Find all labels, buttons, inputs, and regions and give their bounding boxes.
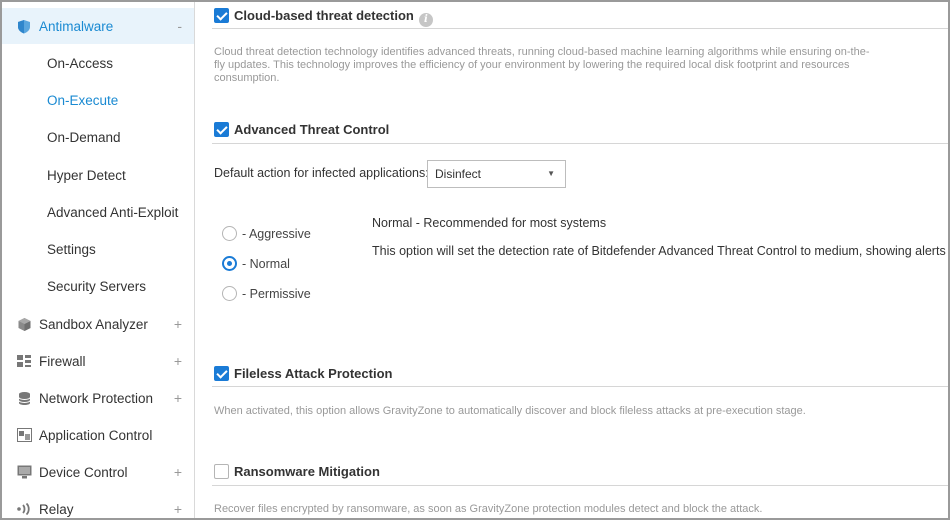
radio-permissive[interactable] bbox=[222, 286, 237, 301]
sidebar-item-label: Hyper Detect bbox=[47, 167, 126, 183]
sidebar-item-label: Security Servers bbox=[47, 278, 147, 294]
fileless-checkbox[interactable] bbox=[214, 366, 229, 381]
radio-normal[interactable] bbox=[222, 256, 237, 271]
sidebar-item-on-execute[interactable]: On-Execute bbox=[2, 82, 194, 118]
sidebar-item-label: Antimalware bbox=[39, 18, 114, 34]
sidebar-item-label: On-Access bbox=[47, 55, 114, 71]
level-description: This option will set the detection rate … bbox=[372, 244, 950, 258]
expand-icon[interactable]: + bbox=[174, 353, 182, 369]
sidebar-item-network-protection[interactable]: Network Protection + bbox=[2, 380, 194, 416]
sidebar-item-relay[interactable]: Relay + bbox=[2, 491, 194, 518]
sidebar-item-advanced-anti-exploit[interactable]: Advanced Anti-Exploit bbox=[2, 194, 194, 230]
cloud-detection-checkbox[interactable] bbox=[214, 8, 229, 23]
dropdown-caret-icon: ▼ bbox=[547, 169, 555, 178]
main-content: Cloud-based threat detection i Cloud thre… bbox=[196, 2, 950, 518]
expand-icon[interactable]: + bbox=[174, 501, 182, 517]
sidebar-item-label: Settings bbox=[47, 241, 96, 257]
cloud-detection-title-text: Cloud-based threat detection bbox=[234, 8, 414, 23]
sidebar-item-hyper-detect[interactable]: Hyper Detect bbox=[2, 157, 194, 193]
radio-permissive-label: - Permissive bbox=[242, 287, 311, 301]
sidebar-item-label: Advanced Anti-Exploit bbox=[47, 204, 179, 220]
cube-icon bbox=[16, 316, 32, 332]
fileless-description: When activated, this option allows Gravi… bbox=[214, 405, 806, 417]
sidebar: Antimalware - On-Access On-Execute On-De… bbox=[2, 2, 195, 518]
default-action-label: Default action for infected applications… bbox=[214, 166, 429, 180]
sidebar-item-label: Firewall bbox=[39, 353, 86, 369]
sidebar-item-sandbox-analyzer[interactable]: Sandbox Analyzer + bbox=[2, 306, 194, 342]
relay-icon bbox=[16, 501, 32, 517]
shield-icon bbox=[16, 18, 32, 34]
ransomware-title: Ransomware Mitigation bbox=[234, 464, 380, 479]
sidebar-item-label: Network Protection bbox=[39, 390, 154, 406]
firewall-icon bbox=[16, 353, 32, 369]
sidebar-item-on-demand[interactable]: On-Demand bbox=[2, 119, 194, 155]
sidebar-item-label: On-Demand bbox=[47, 129, 121, 145]
level-title: Normal - Recommended for most systems bbox=[372, 216, 607, 230]
sidebar-item-label: Relay bbox=[39, 501, 74, 517]
cloud-detection-title: Cloud-based threat detection i bbox=[234, 8, 433, 27]
sidebar-item-label: Sandbox Analyzer bbox=[39, 316, 148, 332]
sidebar-item-antimalware[interactable]: Antimalware - bbox=[2, 8, 194, 44]
section-divider bbox=[212, 485, 948, 486]
expand-icon[interactable]: + bbox=[174, 316, 182, 332]
radio-normal-label: - Normal bbox=[242, 257, 290, 271]
default-action-value: Disinfect bbox=[435, 167, 482, 181]
ransomware-checkbox[interactable] bbox=[214, 464, 229, 479]
ransomware-description: Recover files encrypted by ransomware, a… bbox=[214, 503, 763, 515]
database-icon bbox=[16, 390, 32, 406]
sidebar-item-security-servers[interactable]: Security Servers bbox=[2, 268, 194, 304]
sidebar-item-label: Application Control bbox=[39, 427, 153, 443]
atc-title: Advanced Threat Control bbox=[234, 122, 390, 137]
cloud-detection-description: Cloud threat detection technology identi… bbox=[214, 46, 870, 84]
expand-icon[interactable]: + bbox=[174, 464, 182, 480]
sidebar-item-settings[interactable]: Settings bbox=[2, 231, 194, 267]
sidebar-item-label: Device Control bbox=[39, 464, 128, 480]
section-divider bbox=[212, 28, 948, 29]
expand-icon[interactable]: + bbox=[174, 390, 182, 406]
monitor-icon bbox=[16, 464, 32, 480]
section-divider bbox=[212, 143, 948, 144]
sidebar-item-label: On-Execute bbox=[47, 92, 119, 108]
window-frame: Antimalware - On-Access On-Execute On-De… bbox=[0, 0, 950, 520]
sidebar-item-device-control[interactable]: Device Control + bbox=[2, 454, 194, 490]
default-action-select[interactable]: Disinfect ▼ bbox=[427, 160, 566, 188]
atc-checkbox[interactable] bbox=[214, 122, 229, 137]
collapse-icon[interactable]: - bbox=[177, 18, 182, 34]
section-divider bbox=[212, 386, 948, 387]
application-icon bbox=[16, 427, 32, 443]
sidebar-item-firewall[interactable]: Firewall + bbox=[2, 343, 194, 379]
sidebar-item-application-control[interactable]: Application Control bbox=[2, 417, 194, 453]
radio-aggressive[interactable] bbox=[222, 226, 237, 241]
fileless-title: Fileless Attack Protection bbox=[234, 366, 393, 381]
radio-aggressive-label: - Aggressive bbox=[242, 227, 311, 241]
sidebar-item-on-access[interactable]: On-Access bbox=[2, 45, 194, 81]
info-icon[interactable]: i bbox=[418, 13, 433, 27]
